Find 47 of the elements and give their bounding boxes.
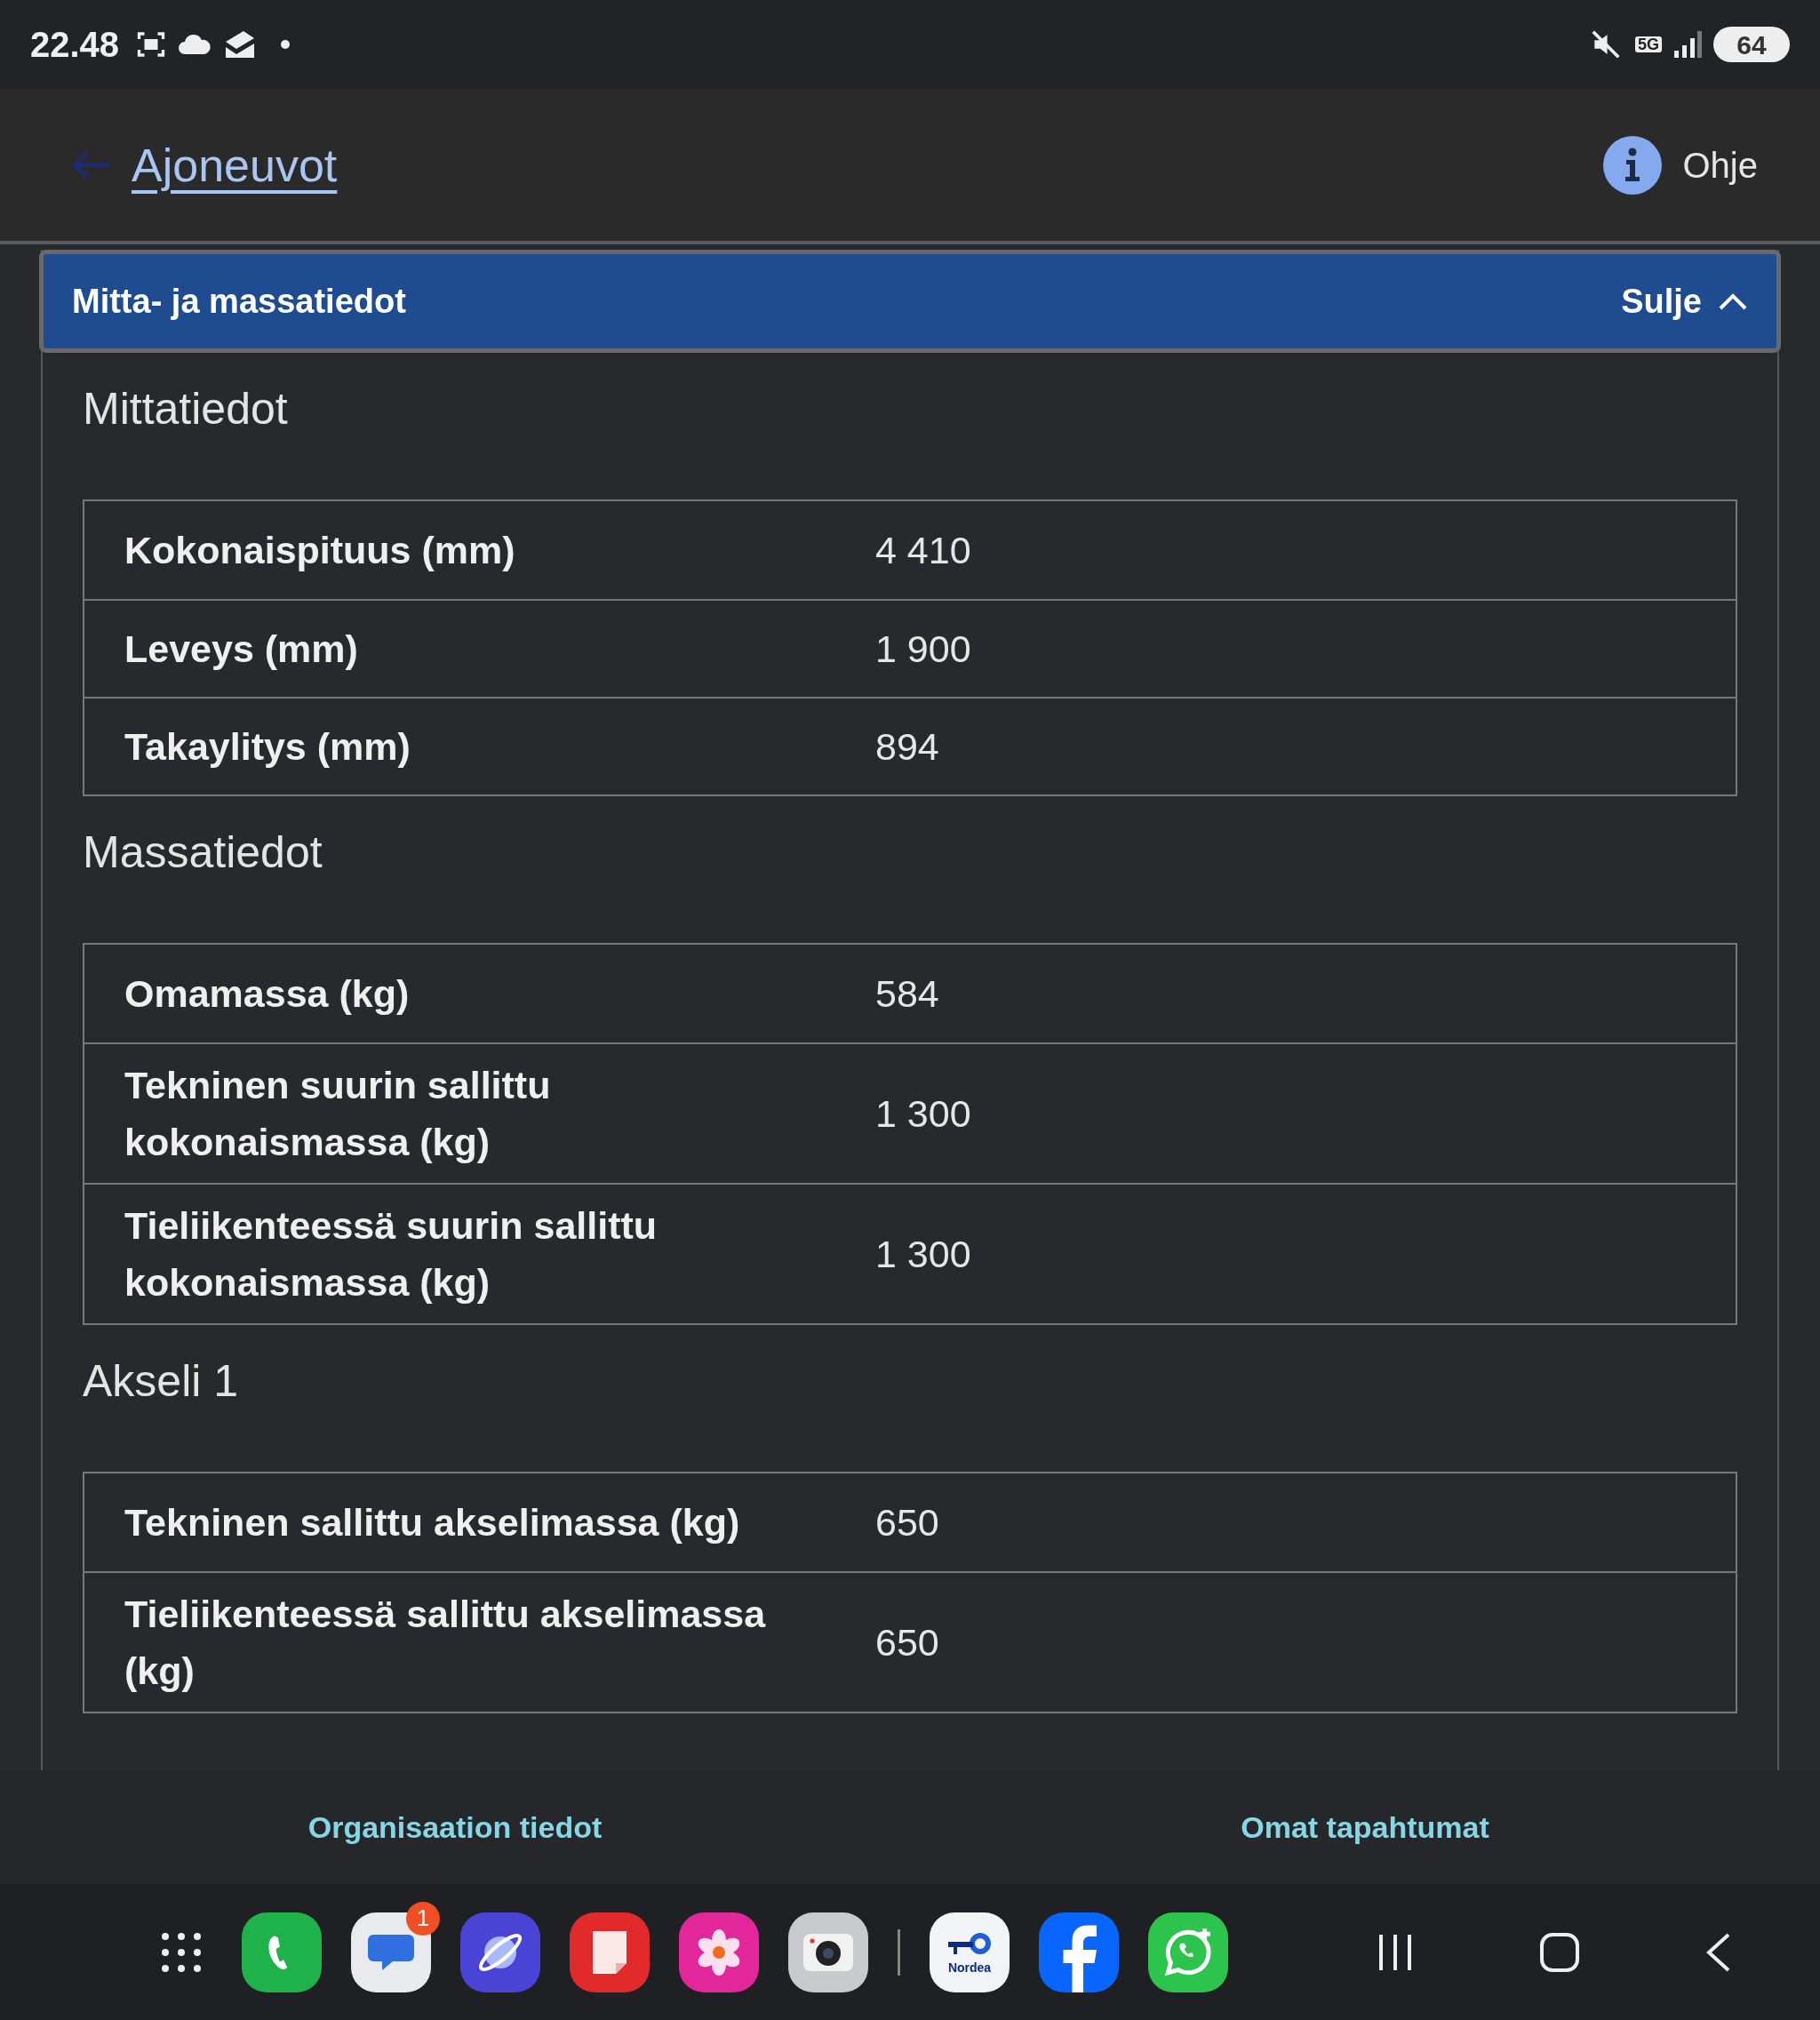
bottom-nav-link[interactable]: Omat tapahtumat [1241, 1804, 1489, 1850]
row-value: 4 410 [875, 527, 971, 573]
flower-app-icon[interactable] [679, 1912, 759, 1992]
row-label: Tieliikenteessä suurin sallittu kokonaismassa (kg) [124, 1203, 659, 1305]
cloud-icon [178, 33, 212, 56]
battery-level-text: 64 [1736, 28, 1767, 61]
section-title: Mitta- ja massatiedot [72, 281, 406, 322]
row-value: 1 900 [875, 626, 971, 672]
home-icon[interactable] [1539, 1931, 1580, 1973]
info-icon[interactable] [1602, 135, 1662, 195]
row-label: Tieliikenteessä sallittu akselimassa (kg) [124, 1592, 767, 1694]
section-header[interactable]: Mitta- ja massatiedot Sulje [39, 250, 1781, 353]
row-label: Tekninen sallittu akselimassa (kg) [124, 1500, 741, 1545]
row-value: 1 300 [875, 1090, 971, 1137]
back-icon[interactable] [1704, 1931, 1731, 1973]
camera-app-icon[interactable] [788, 1912, 868, 1992]
row-value: 1 300 [875, 1231, 971, 1277]
bottom-nav-link[interactable]: Organisaation tiedot [307, 1804, 603, 1850]
group-heading: Massatiedot [83, 826, 323, 879]
nordea-app-icon[interactable]: Nordea [930, 1912, 1010, 1992]
notification-badge: 1 [406, 1901, 440, 1936]
notes-app-icon[interactable] [570, 1912, 650, 1992]
network-type-label: 5G [1635, 36, 1662, 52]
clock-text: 22.48 [30, 24, 120, 66]
group-heading: Mittatiedot [83, 383, 289, 435]
phone-app-icon[interactable] [242, 1912, 322, 1992]
row-label: Kokonaispituus (mm) [124, 528, 516, 573]
row-value: 650 [875, 1499, 939, 1545]
row-label: Takaylitys (mm) [124, 724, 411, 770]
row-value: 584 [875, 970, 939, 1017]
row-label: Tekninen suurin sallittu kokonaismassa (kg) [124, 1063, 552, 1165]
help-label[interactable]: Ohje [1682, 138, 1758, 192]
app-logo-text: Nordea [947, 1960, 992, 1974]
app-drawer-icon[interactable] [160, 1930, 203, 1974]
signal-icon [1672, 29, 1703, 60]
whatsapp-app-icon[interactable] [1148, 1912, 1228, 1992]
row-label: Omamassa (kg) [124, 971, 411, 1017]
chevron-up-icon [1718, 291, 1748, 311]
back-link[interactable]: Ajoneuvot [132, 130, 338, 200]
planet-app-icon[interactable] [460, 1912, 540, 1992]
messages-app-icon[interactable] [351, 1912, 431, 1992]
row-value: 650 [875, 1619, 939, 1665]
facebook-app-icon[interactable] [1039, 1912, 1119, 1992]
group-heading: Akseli 1 [83, 1355, 240, 1408]
row-label: Leveys (mm) [124, 627, 359, 672]
collapse-label: Sulje [1621, 281, 1702, 322]
row-value: 894 [875, 723, 939, 770]
